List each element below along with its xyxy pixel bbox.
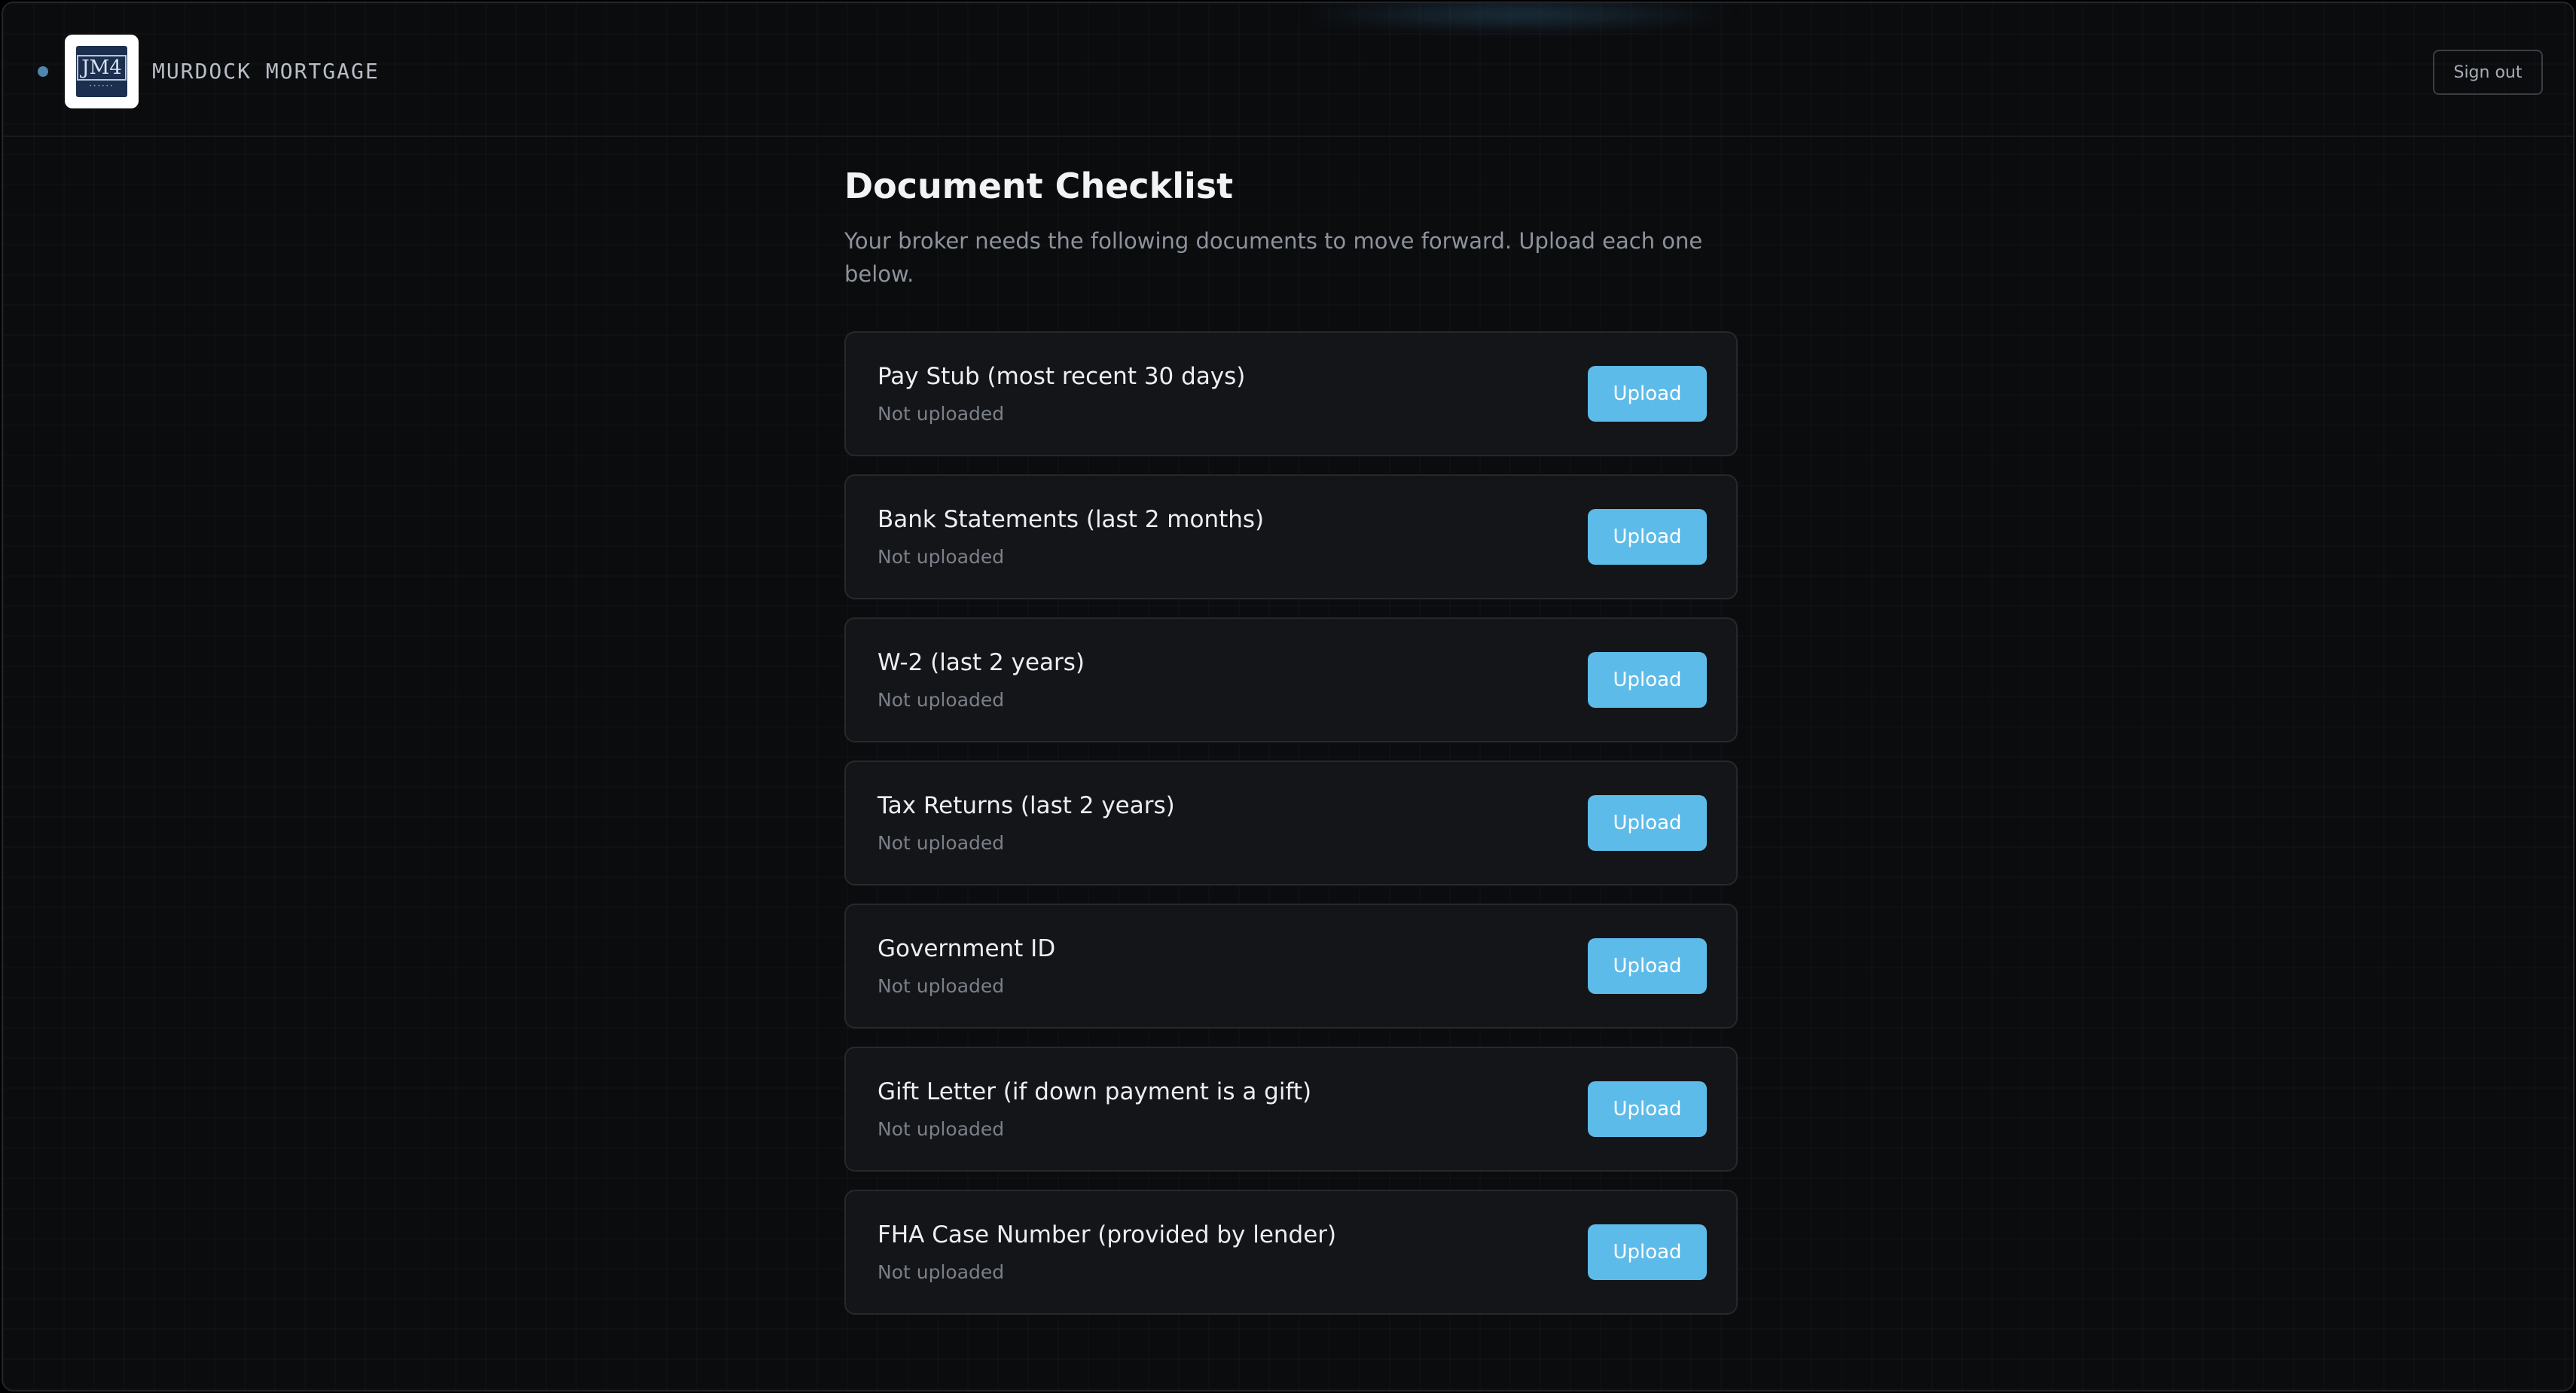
document-status: Not uploaded xyxy=(877,546,1005,568)
document-title: Bank Statements (last 2 months) xyxy=(877,506,1265,533)
document-title: Pay Stub (most recent 30 days) xyxy=(877,363,1246,390)
upload-button[interactable]: Upload xyxy=(1588,938,1707,994)
document-card-tax-returns: Tax Returns (last 2 years) Not uploaded … xyxy=(844,761,1738,885)
document-checklist: Document Checklist Your broker needs the… xyxy=(844,160,1738,1333)
document-card-government-id: Government ID Not uploaded Upload xyxy=(844,904,1738,1029)
logo-emblem: JM4 •••••• xyxy=(76,46,127,97)
sign-out-button[interactable]: Sign out xyxy=(2433,50,2543,95)
document-status: Not uploaded xyxy=(877,975,1005,997)
document-status: Not uploaded xyxy=(877,689,1005,711)
app-window: JM4 •••••• MURDOCK MORTGAGE Sign out Doc… xyxy=(2,2,2574,1391)
document-list: Pay Stub (most recent 30 days) Not uploa… xyxy=(844,331,1738,1315)
document-card-gift-letter: Gift Letter (if down payment is a gift) … xyxy=(844,1047,1738,1172)
company-logo[interactable]: JM4 •••••• xyxy=(65,35,139,108)
page-subtitle: Your broker needs the following document… xyxy=(844,228,1703,287)
document-status: Not uploaded xyxy=(877,403,1005,425)
document-status: Not uploaded xyxy=(877,832,1005,854)
upload-button[interactable]: Upload xyxy=(1588,652,1707,708)
status-dot-icon xyxy=(38,66,48,77)
brand-name: MURDOCK MORTGAGE xyxy=(152,59,380,84)
document-status: Not uploaded xyxy=(877,1118,1005,1140)
document-title: FHA Case Number (provided by lender) xyxy=(877,1221,1337,1248)
document-title: Government ID xyxy=(877,935,1056,962)
upload-button[interactable]: Upload xyxy=(1588,1081,1707,1137)
upload-button[interactable]: Upload xyxy=(1588,1224,1707,1280)
document-title: W-2 (last 2 years) xyxy=(877,649,1085,676)
top-bar: JM4 •••••• MURDOCK MORTGAGE Sign out xyxy=(3,3,2573,137)
document-card-fha-case-number: FHA Case Number (provided by lender) Not… xyxy=(844,1190,1738,1315)
logo-mark: JM4 xyxy=(77,54,127,81)
document-title: Tax Returns (last 2 years) xyxy=(877,792,1175,819)
logo-subtext: •••••• xyxy=(89,83,114,89)
page-title: Document Checklist xyxy=(844,166,1234,206)
document-card-bank-statements: Bank Statements (last 2 months) Not uplo… xyxy=(844,474,1738,599)
document-card-w2: W-2 (last 2 years) Not uploaded Upload xyxy=(844,617,1738,742)
upload-button[interactable]: Upload xyxy=(1588,795,1707,851)
document-title: Gift Letter (if down payment is a gift) xyxy=(877,1078,1312,1105)
document-card-pay-stub: Pay Stub (most recent 30 days) Not uploa… xyxy=(844,331,1738,456)
upload-button[interactable]: Upload xyxy=(1588,509,1707,565)
upload-button[interactable]: Upload xyxy=(1588,366,1707,422)
document-status: Not uploaded xyxy=(877,1261,1005,1283)
